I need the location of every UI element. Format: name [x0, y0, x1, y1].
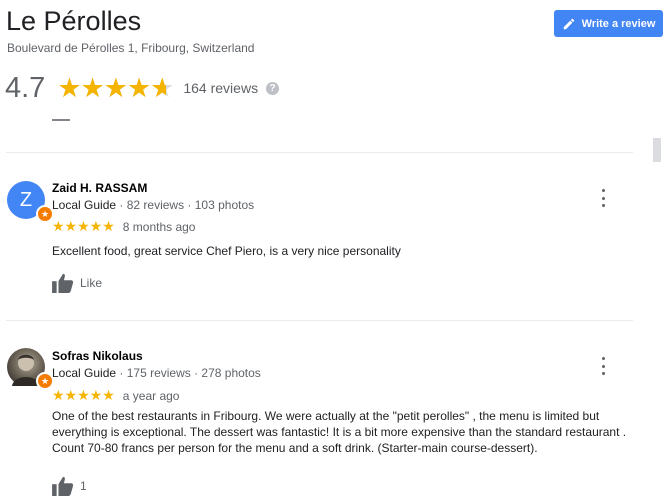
more-options-icon[interactable] — [599, 357, 607, 375]
reviewer-photo-count: 103 photos — [194, 198, 255, 212]
avatar[interactable]: Z ★ — [7, 181, 54, 223]
reviewer-name[interactable]: Zaid H. RASSAM — [52, 181, 147, 195]
reviewer-meta: Local Guide · 175 reviews · 278 photos — [52, 366, 261, 380]
review-stars: ★★★★★ — [52, 387, 115, 403]
avatar[interactable]: ★ — [7, 348, 54, 390]
review-text: Excellent food, great service Chef Piero… — [52, 244, 401, 258]
reviewer-meta: Local Guide · 82 reviews · 103 photos — [52, 198, 255, 212]
divider — [6, 152, 633, 153]
average-rating: 4.7 — [5, 71, 46, 104]
local-guide-label: Local Guide — [52, 198, 117, 212]
reviewer-photo-count: 278 photos — [201, 366, 261, 380]
review-text: One of the best restaurants in Fribourg.… — [52, 409, 627, 455]
like-button[interactable]: 1 — [52, 476, 87, 496]
help-icon[interactable]: ? — [266, 81, 280, 95]
write-review-label: Write a review — [581, 17, 656, 30]
like-label: Like — [80, 276, 103, 290]
rating-stars: ★★★★★ ★★★★★ — [57, 72, 174, 103]
like-count: 1 — [80, 479, 87, 493]
rating-summary: 4.7 ★★★★★ ★★★★★ 164 reviews ? — [5, 70, 280, 106]
like-button[interactable]: Like — [52, 273, 102, 293]
review-time: a year ago — [122, 388, 180, 403]
review-time: 8 months ago — [122, 219, 196, 234]
more-options-icon[interactable] — [599, 189, 607, 207]
review-stars: ★★★★★ — [52, 218, 115, 234]
divider — [6, 320, 633, 321]
reviews-count-link[interactable]: 164 reviews — [183, 80, 258, 96]
local-guide-label: Local Guide — [52, 366, 117, 380]
thumbs-up-icon — [52, 273, 74, 293]
reviewer-review-count: 82 reviews — [126, 198, 185, 212]
write-review-button[interactable]: Write a review — [554, 10, 663, 37]
pencil-icon — [563, 18, 574, 29]
review-rating-row: ★★★★★ 8 months ago — [52, 218, 195, 235]
avatar-initial: Z — [19, 188, 33, 211]
place-title: Le Pérolles — [6, 6, 142, 36]
scrollbar-thumb[interactable] — [653, 138, 661, 162]
reviewer-name[interactable]: Sofras Nikolaus — [52, 349, 143, 363]
thumbs-up-icon — [52, 476, 74, 496]
place-header: Le Pérolles Boulevard de Pérolles 1, Fri… — [0, 0, 666, 118]
place-address: Boulevard de Pérolles 1, Fribourg, Switz… — [7, 41, 255, 55]
reviewer-review-count: 175 reviews — [126, 366, 191, 380]
review-rating-row: ★★★★★ a year ago — [52, 387, 179, 404]
previous-review-remnant — [52, 119, 70, 121]
